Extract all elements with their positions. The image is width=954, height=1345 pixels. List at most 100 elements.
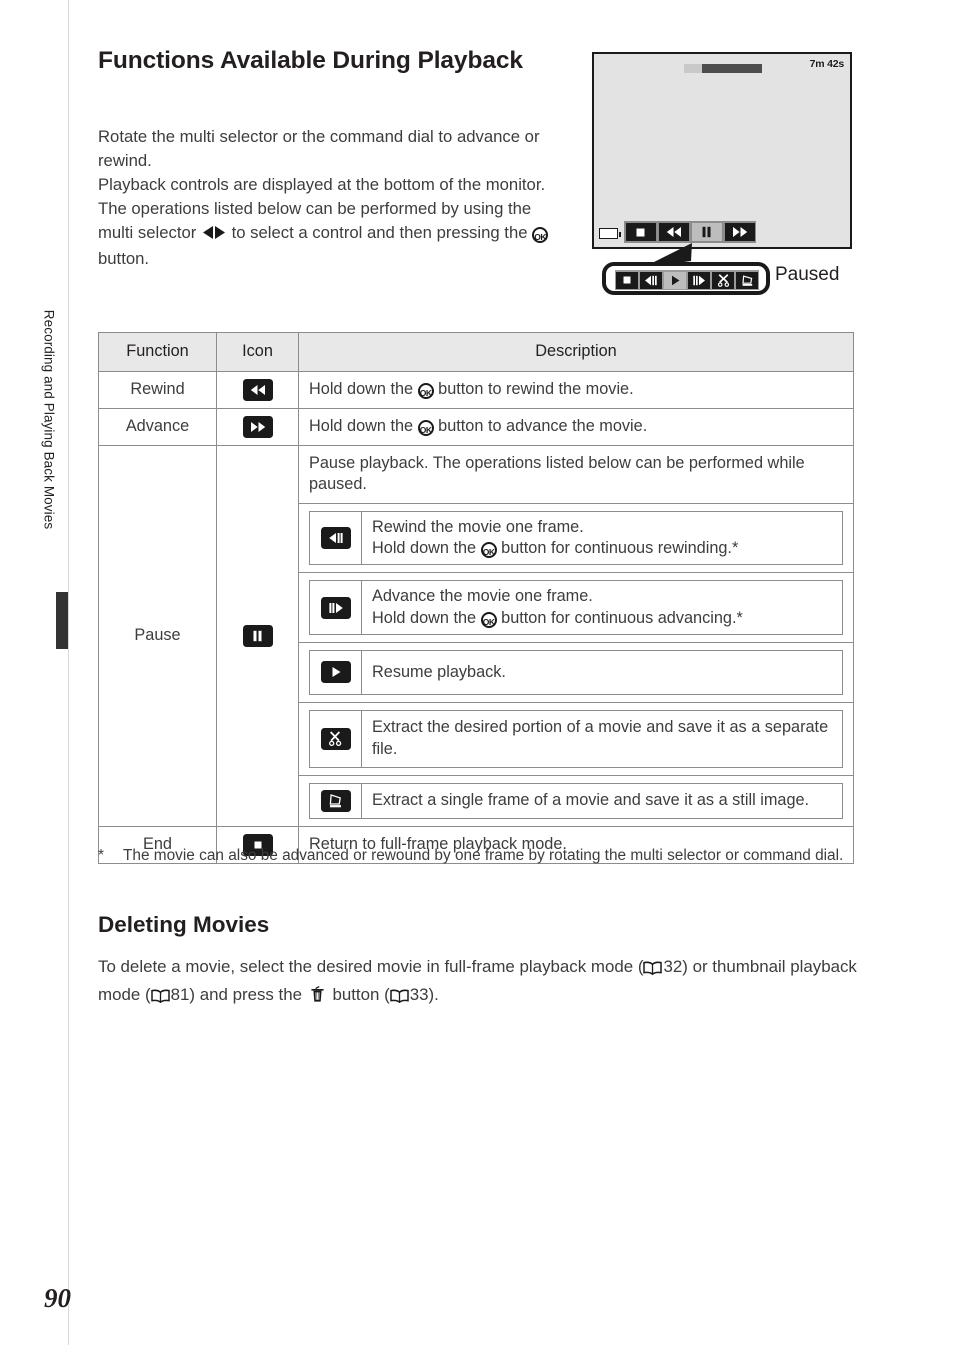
ok-button-icon: OK	[480, 542, 497, 559]
subrow-layout: Extract a single frame of a movie and sa…	[309, 782, 843, 819]
table-footnote: * The movie can also be advanced or rewo…	[98, 845, 854, 866]
intro-paragraph-2: Playback controls are displayed at the b…	[98, 175, 546, 195]
subrow-description: Advance the movie one frame. Hold down t…	[361, 580, 843, 635]
advance-icon[interactable]	[724, 223, 755, 241]
scissors-edit-icon	[320, 727, 351, 750]
delete-text-4: button (	[327, 984, 390, 1004]
chapter-tab-marker	[56, 592, 68, 649]
table-row: Advance Hold down the OK button to advan…	[98, 407, 854, 446]
playback-progress-track	[684, 64, 762, 73]
subrow-icon-cell	[309, 782, 362, 819]
subrow-icon-cell	[309, 709, 362, 768]
pause-icon	[242, 624, 273, 647]
playback-progress-fill	[684, 64, 702, 73]
desc-part-b: button to advance the movie.	[433, 416, 648, 435]
footnote-text: The movie can also be advanced or rewoun…	[123, 847, 844, 864]
subrow-icon-cell	[309, 511, 362, 566]
subrow-line-2-part-a: Hold down the	[372, 539, 481, 558]
subrow-layout: Extract the desired portion of a movie a…	[309, 709, 843, 768]
paused-control-bar	[615, 270, 759, 290]
delete-ref-2: 81	[170, 984, 190, 1004]
intro-paragraph-3-part-b: to select a control and then pressing th…	[226, 223, 533, 243]
intro-paragraphs: Rotate the multi selector or the command…	[98, 125, 568, 271]
subrow-description: Rewind the movie one frame. Hold down th…	[361, 511, 843, 566]
left-right-selector-icon	[201, 223, 227, 247]
book-reference-icon	[389, 986, 409, 1011]
frame-advance-icon	[320, 596, 351, 619]
camera-monitor-screen: 7m 42s	[592, 52, 852, 249]
row-icon-cell	[216, 407, 299, 446]
desc-part-b: button to rewind the movie.	[433, 379, 634, 398]
delete-ref-3: 33	[409, 984, 429, 1004]
rewind-icon	[242, 378, 273, 401]
battery-icon	[599, 228, 621, 239]
row-icon-cell	[216, 444, 299, 827]
end-stop-icon[interactable]	[616, 271, 638, 289]
row-icon-cell	[216, 370, 299, 409]
footnote-marker: *	[98, 847, 104, 864]
paused-label: Paused	[775, 264, 840, 285]
intro-paragraph-1: Rotate the multi selector or the command…	[98, 127, 540, 171]
intro-paragraph-3: The operations listed below can be perfo…	[98, 197, 568, 271]
column-header-icon: Icon	[216, 332, 299, 372]
frame-advance-icon[interactable]	[688, 271, 710, 289]
subrow-wrapper: Rewind the movie one frame. Hold down th…	[298, 503, 854, 574]
subrow-line-1: Advance the movie one frame.	[372, 587, 593, 606]
frame-rewind-icon[interactable]	[640, 271, 662, 289]
subrow-description: Extract the desired portion of a movie a…	[361, 709, 843, 768]
subrow-description: Extract a single frame of a movie and sa…	[361, 782, 843, 819]
delete-text-1: To delete a movie, select the desired mo…	[98, 957, 644, 976]
functions-table: Function Icon Description Rewind Hold do…	[98, 332, 854, 864]
table-row-pause: Pause Pause playback. The operations lis…	[98, 444, 854, 827]
scissors-edit-icon[interactable]	[712, 271, 734, 289]
row-description: Hold down the OK button to rewind the mo…	[298, 370, 854, 409]
subrow-line-1: Rewind the movie one frame.	[372, 518, 584, 537]
side-rule	[68, 0, 69, 1345]
subrow-layout: Rewind the movie one frame. Hold down th…	[309, 511, 843, 566]
deleting-movies-body: To delete a movie, select the desired mo…	[98, 955, 858, 1010]
column-header-description: Description	[298, 332, 854, 372]
delete-text-5: ).	[428, 984, 439, 1004]
subrow-wrapper: Resume playback.	[298, 641, 854, 703]
subrow-icon-cell	[309, 580, 362, 635]
end-stop-icon[interactable]	[625, 223, 656, 241]
resume-play-icon[interactable]	[664, 271, 686, 289]
rewind-icon[interactable]	[658, 223, 689, 241]
delete-text-3: ) and press the	[189, 984, 307, 1004]
deleting-movies-paragraph: To delete a movie, select the desired mo…	[98, 955, 858, 1010]
playback-control-bar	[624, 221, 756, 243]
page-title: Functions Available During Playback	[98, 47, 523, 74]
subrow-line-2: Hold down the OK button for continuous a…	[372, 608, 832, 629]
subrow-wrapper: Extract a single frame of a movie and sa…	[298, 774, 854, 827]
section-title-block: Functions Available During Playback	[98, 46, 568, 77]
page-number: 90	[44, 1283, 71, 1313]
subrow-description: Resume playback.	[361, 649, 843, 695]
column-header-function: Function	[98, 332, 217, 372]
book-reference-icon	[150, 986, 170, 1011]
ok-button-icon: OK	[532, 227, 549, 244]
chapter-side-label: Recording and Playing Back Movies	[41, 309, 57, 530]
time-remaining-label: 7m 42s	[809, 58, 845, 70]
pause-intro-description: Pause playback. The operations listed be…	[298, 444, 854, 505]
desc-part-a: Hold down the	[309, 379, 418, 398]
pause-icon[interactable]	[691, 223, 722, 241]
subrow-line-2-part-b: button for continuous rewinding.*	[496, 539, 739, 558]
intro-paragraph-3-part-c: button.	[98, 249, 150, 269]
table-row: Rewind Hold down the OK button to rewind…	[98, 370, 854, 409]
row-function-advance: Advance	[98, 407, 217, 446]
delete-ref-1: 32	[663, 957, 683, 976]
ok-button-icon: OK	[417, 419, 434, 436]
subrow-wrapper: Advance the movie one frame. Hold down t…	[298, 572, 854, 643]
row-description: Hold down the OK button to advance the m…	[298, 407, 854, 446]
advance-icon	[242, 415, 273, 438]
extract-still-icon[interactable]	[736, 271, 758, 289]
row-function-pause: Pause	[98, 444, 217, 827]
subrow-icon-cell	[309, 649, 362, 695]
callout-bubble	[602, 262, 770, 295]
book-reference-icon	[643, 958, 663, 983]
desc-part-a: Hold down the	[309, 416, 418, 435]
frame-rewind-icon	[320, 527, 351, 550]
subrow-layout: Advance the movie one frame. Hold down t…	[309, 580, 843, 635]
ok-button-icon: OK	[480, 611, 497, 628]
subrow-wrapper: Extract the desired portion of a movie a…	[298, 701, 854, 776]
